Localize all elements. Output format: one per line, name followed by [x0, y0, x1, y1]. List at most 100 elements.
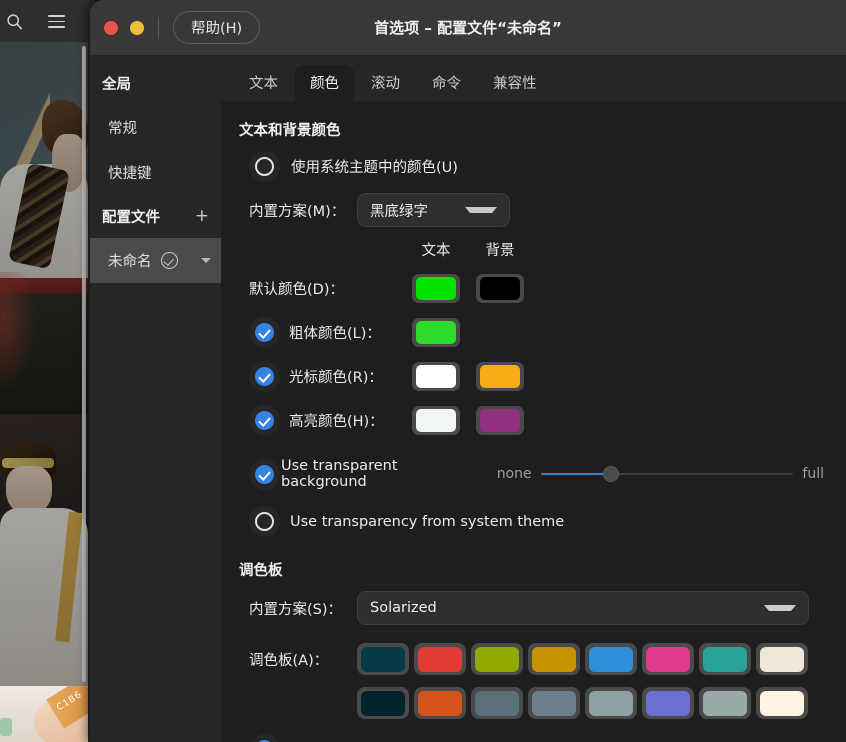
palette-swatch-grid: 调色板(A)：	[249, 637, 824, 725]
color-row-highlight: 高亮颜色(H)：	[249, 398, 824, 442]
default-text-color-swatch[interactable]	[412, 274, 460, 303]
palette-swatch[interactable]	[414, 687, 466, 719]
palette-swatch[interactable]	[642, 643, 694, 675]
sidebar-heading-profiles: 配置文件 +	[90, 195, 221, 238]
slider-min-label: none	[497, 466, 532, 482]
use-system-theme-colors-label: 使用系统主题中的颜色(U)	[291, 156, 458, 177]
palette-swatch[interactable]	[642, 687, 694, 719]
palette-swatch[interactable]	[471, 687, 523, 719]
checkbox-halo	[249, 361, 280, 392]
highlight-text-color-cell[interactable]	[404, 406, 468, 435]
palette-swatch[interactable]	[357, 687, 409, 719]
color-grid-header: 文本 背景	[249, 239, 824, 260]
palette-swatch[interactable]	[528, 643, 580, 675]
cursor-bg-color-swatch[interactable]	[476, 362, 524, 391]
sidebar-item-general-label: 常规	[108, 121, 137, 137]
close-window-button[interactable]	[104, 21, 118, 35]
color-row-bold: 粗体颜色(L)：	[249, 310, 824, 354]
color-row-highlight-text: 高亮颜色(H)：	[289, 410, 384, 431]
palette-swatch[interactable]	[585, 643, 637, 675]
use-system-theme-colors-row[interactable]: 使用系统主题中的颜色(U)	[249, 151, 824, 182]
checkbox-halo	[249, 459, 280, 490]
radio-unchecked-icon[interactable]	[255, 512, 274, 531]
sash-text: C1B6	[55, 690, 84, 713]
preferences-window: 帮助(H) 首选项 – 配置文件“未命名” 全局 常规 快捷键 配置文件 + 未…	[90, 0, 846, 742]
sidebar-heading-global: 全局	[90, 62, 221, 105]
cursor-color-checkbox[interactable]	[255, 367, 274, 386]
highlight-text-color-swatch[interactable]	[412, 406, 460, 435]
color-row-cursor-text: 光标颜色(R)：	[289, 366, 383, 387]
palette-swatch[interactable]	[471, 643, 523, 675]
tab-command[interactable]: 命令	[417, 65, 476, 101]
search-icon[interactable]	[6, 13, 23, 30]
chevron-down-icon[interactable]	[201, 258, 211, 263]
minimize-window-button[interactable]	[130, 21, 144, 35]
sidebar-item-profile-unnamed[interactable]: 未命名	[90, 238, 221, 283]
system-transparency-row: Use transparency from system theme	[249, 506, 824, 537]
default-bg-color-cell[interactable]	[468, 274, 532, 303]
builtin-scheme-row: 内置方案(M)： 黑底绿字	[249, 193, 824, 227]
slider-handle[interactable]	[603, 466, 619, 482]
column-header-background: 背景	[468, 239, 532, 260]
palette-scheme-dropdown[interactable]: Solarized	[357, 591, 809, 625]
radio-unchecked-icon[interactable]	[255, 157, 274, 176]
bold-text-color-swatch[interactable]	[412, 318, 460, 347]
highlight-bg-color-cell[interactable]	[468, 406, 532, 435]
colors-panel: 文本和背景颜色 使用系统主题中的颜色(U) 内置方案(M)： 黑底绿字	[221, 101, 846, 742]
checkbox-halo	[249, 405, 280, 436]
palette-row-2-cells	[357, 687, 808, 719]
bold-text-color-cell[interactable]	[404, 318, 468, 347]
hamburger-menu-icon[interactable]	[48, 15, 65, 28]
transparency-slider[interactable]	[541, 465, 794, 483]
color-grid: 文本 背景 默认颜色(D)：	[249, 239, 824, 442]
palette-swatch[interactable]	[756, 643, 808, 675]
sidebar-item-shortcuts[interactable]: 快捷键	[90, 150, 221, 195]
sidebar: 全局 常规 快捷键 配置文件 + 未命名	[90, 55, 221, 742]
slider-max-label: full	[802, 466, 824, 482]
background-window: C1B6	[0, 0, 95, 742]
palette-scheme-row: 内置方案(S)： Solarized	[249, 591, 824, 625]
sidebar-heading-global-label: 全局	[102, 73, 131, 94]
tab-bar: 文本 颜色 滚动 命令 兼容性	[221, 55, 846, 101]
highlight-color-checkbox[interactable]	[255, 411, 274, 430]
background-window-header	[0, 0, 95, 42]
color-row-bold-text: 粗体颜色(L)：	[289, 322, 381, 343]
palette-swatch[interactable]	[699, 687, 751, 719]
default-text-color-cell[interactable]	[404, 274, 468, 303]
palette-scheme-value: Solarized	[370, 600, 437, 616]
palette-swatch[interactable]	[357, 643, 409, 675]
bold-color-checkbox[interactable]	[255, 323, 274, 342]
titlebar-separator	[158, 17, 159, 39]
palette-swatch[interactable]	[699, 643, 751, 675]
color-row-default: 默认颜色(D)：	[249, 266, 824, 310]
cursor-bg-color-cell[interactable]	[468, 362, 532, 391]
tab-compatibility[interactable]: 兼容性	[478, 65, 552, 101]
titlebar: 帮助(H) 首选项 – 配置文件“未命名”	[90, 0, 846, 55]
palette-swatch[interactable]	[756, 687, 808, 719]
column-header-text: 文本	[404, 239, 468, 260]
builtin-scheme-dropdown[interactable]: 黑底绿字	[357, 193, 510, 227]
tab-colors[interactable]: 颜色	[295, 65, 354, 101]
sidebar-profile-label: 未命名	[108, 250, 152, 271]
default-bg-color-swatch[interactable]	[476, 274, 524, 303]
palette-row-1: 调色板(A)：	[249, 637, 824, 681]
palette-scheme-label: 内置方案(S)：	[249, 598, 357, 619]
tab-scrolling[interactable]: 滚动	[356, 65, 415, 101]
highlight-bg-color-swatch[interactable]	[476, 406, 524, 435]
palette-swatch[interactable]	[585, 687, 637, 719]
tab-text[interactable]: 文本	[234, 65, 293, 101]
background-scrollbar[interactable]	[82, 46, 86, 682]
section-title-text-bg: 文本和背景颜色	[239, 119, 824, 140]
chevron-down-icon	[465, 207, 497, 213]
help-button[interactable]: 帮助(H)	[173, 11, 260, 44]
add-profile-icon[interactable]: +	[195, 208, 221, 225]
palette-swatch[interactable]	[414, 643, 466, 675]
check-circle-icon	[161, 252, 178, 269]
sidebar-item-general[interactable]: 常规	[90, 105, 221, 150]
system-transparency-label: Use transparency from system theme	[290, 514, 564, 530]
transparent-background-checkbox[interactable]	[255, 465, 274, 484]
palette-swatch[interactable]	[528, 687, 580, 719]
cursor-text-color-cell[interactable]	[404, 362, 468, 391]
checkbox-halo	[249, 317, 280, 348]
cursor-text-color-swatch[interactable]	[412, 362, 460, 391]
